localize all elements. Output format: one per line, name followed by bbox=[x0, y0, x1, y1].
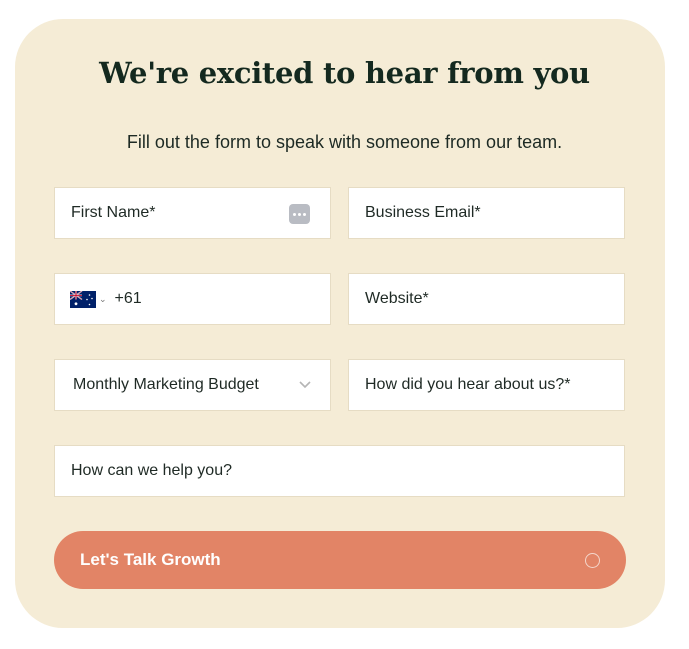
website-field-wrapper bbox=[348, 273, 625, 325]
phone-input[interactable] bbox=[106, 274, 330, 324]
help-field-wrapper bbox=[54, 445, 625, 497]
form-subtitle: Fill out the form to speak with someone … bbox=[126, 132, 563, 152]
submit-button[interactable]: Let's Talk Growth bbox=[54, 531, 626, 589]
business-email-field-wrapper bbox=[348, 187, 625, 239]
australia-flag-icon bbox=[70, 290, 96, 308]
first-name-field-wrapper bbox=[54, 187, 331, 239]
chevron-down-icon bbox=[299, 381, 311, 389]
country-code-selector[interactable]: ⌄ bbox=[55, 274, 107, 324]
help-input[interactable] bbox=[55, 446, 624, 496]
password-manager-icon[interactable] bbox=[289, 204, 310, 224]
phone-field-wrapper: ⌄ bbox=[54, 273, 331, 325]
business-email-input[interactable] bbox=[349, 188, 624, 238]
referral-input[interactable] bbox=[349, 360, 624, 410]
form-title: We're excited to hear from you bbox=[99, 56, 590, 90]
budget-select[interactable]: Monthly Marketing Budget bbox=[54, 359, 331, 411]
country-chevron-icon: ⌄ bbox=[99, 293, 107, 304]
website-input[interactable] bbox=[349, 274, 624, 324]
budget-select-label: Monthly Marketing Budget bbox=[73, 376, 259, 393]
referral-field-wrapper bbox=[348, 359, 625, 411]
submit-button-label: Let's Talk Growth bbox=[80, 550, 221, 569]
loading-circle-icon bbox=[585, 552, 600, 568]
